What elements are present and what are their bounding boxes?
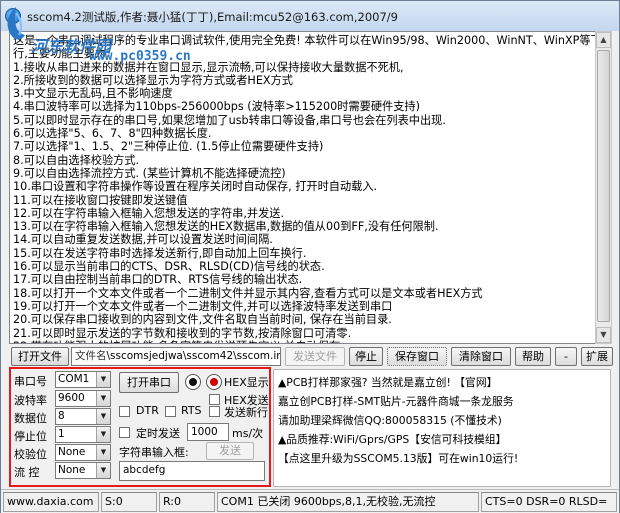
info-panel: ▲PCB打样那家强? 当然就是嘉立创! 【官网】 嘉立创PCB打样-SMT贴片-… — [273, 369, 611, 487]
databits-label: 数据位 — [14, 412, 47, 425]
receive-line: 6.可以选择"5、6、7、8"四种数据长度. — [13, 127, 212, 141]
flow-label: 流 控 — [14, 466, 40, 479]
port-select[interactable]: COM1 ▼ — [55, 371, 111, 388]
status-website[interactable]: www.daxia.com — [3, 492, 99, 512]
interval-unit: ms/次 — [232, 427, 264, 440]
receive-line: 18.可以打开一个文本文件或者一个二进制文件并显示其内容,查看方式可以是文本或者… — [13, 286, 483, 300]
receive-line: 3.中文显示无乱码,且不影响速度 — [13, 87, 173, 101]
receive-line: 10.串口设置和字符串操作等设置在程序关闭时自动保存, 打开时自动载入. — [13, 180, 378, 194]
receive-line: 9.可以自由选择流控方式. (某些计算机不能选择硬流控) — [13, 166, 286, 180]
parity-value: None — [58, 446, 86, 458]
receive-line: 13.可以在字符串输入框输入您想发送的HEX数据串,数据的值从00到FF,没有任… — [13, 220, 439, 234]
chevron-down-icon: ▼ — [96, 372, 110, 387]
receive-line: 4.串口波特率可以选择为110bps-256000bps (波特率>115200… — [13, 100, 420, 114]
scroll-thumb[interactable] — [597, 50, 610, 322]
file-label: 文件名 — [75, 350, 107, 362]
receive-line: 14.可以自动重复发送数据,并可以设置发送时间间隔. — [13, 233, 273, 247]
receive-line: 7.可以选择"1、1.5、2"三种停止位. (1.5停止位需要硬件支持) — [13, 140, 324, 154]
port-value: COM1 — [58, 373, 90, 385]
status-bar: www.daxia.com S:0 R:0 COM1 已关闭 9600bps,8… — [1, 489, 619, 513]
record-icon[interactable] — [206, 374, 222, 390]
main-window: sscom4.2测试版,作者:聂小猛(丁丁),Email:mcu52@163.c… — [0, 0, 620, 513]
chevron-down-icon: ▼ — [96, 463, 110, 478]
receive-line: 21.可以即时显示发送的字节数和接收到的字节数,按清除窗口可清零. — [13, 326, 352, 340]
info-line-5[interactable]: 【点这里升级为SSCOM5.13版】可在win10运行! — [278, 450, 518, 466]
receive-line: 20.可以保存串口接收到的内容到文件,文件名取自当前时间, 保存在当前目录. — [13, 313, 392, 327]
string-input-label: 字符串输入框: — [119, 446, 189, 459]
receive-line: 22.带有功能强大的扩展功能:多条字符串发送预先定义,并自动保存. — [13, 340, 601, 343]
rts-label: RTS — [181, 404, 202, 417]
info-line-2[interactable]: 嘉立创PCB打样-SMT贴片-元器件商城一条龙服务 — [278, 393, 514, 409]
send-newline-label: 发送新行 — [224, 406, 268, 419]
file-path-field[interactable]: 文件名\sscomsjedjwa\sscom42\sscom.ini — [71, 347, 281, 366]
timed-send-checkbox[interactable] — [119, 427, 130, 438]
interval-input[interactable]: 1000 — [187, 423, 229, 441]
receive-text: 这是一个串口调试程序的专业串口调试软件,使用完全免费! 本软件可以在Win95/… — [13, 34, 601, 343]
clear-window-button[interactable]: 清除窗口 — [451, 347, 511, 366]
chevron-down-icon: ▼ — [96, 427, 110, 442]
indicator-dot-icon — [189, 378, 197, 386]
port-label: 串口号 — [14, 375, 47, 388]
expand-button[interactable]: 扩展 — [581, 347, 613, 366]
receive-line: 11.可以在接收窗口按键即发送键值 — [13, 193, 188, 207]
status-port-info: COM1 已关闭 9600bps,8,1,无校验,无流控 — [217, 492, 479, 512]
save-window-button[interactable]: 保存窗口 — [387, 347, 447, 366]
send-text-input[interactable]: abcdefg — [119, 461, 265, 481]
flow-value: None — [58, 464, 86, 476]
chevron-down-icon: ▼ — [96, 445, 110, 460]
databits-select[interactable]: 8 ▼ — [55, 408, 111, 425]
dtr-checkbox[interactable] — [119, 406, 130, 417]
watermark-logo-icon — [7, 7, 25, 40]
info-line-4[interactable]: ▲品质推荐:WiFi/Gprs/GPS【安信可科技模组】 — [278, 431, 506, 447]
open-port-button[interactable]: 打开串口 — [119, 372, 179, 393]
info-line-1[interactable]: ▲PCB打样那家强? 当然就是嘉立创! 【官网】 — [278, 374, 497, 390]
chevron-down-icon: ▼ — [96, 409, 110, 424]
baud-select[interactable]: 9600 ▼ — [55, 390, 111, 407]
send-newline-checkbox[interactable] — [209, 406, 220, 417]
parity-label: 校验位 — [14, 448, 47, 461]
help-button[interactable]: 帮助 — [515, 347, 551, 366]
receive-line: 19.可以打开一个文本文件或者一个二进制文件,并可以选择波特率发送到串口 — [13, 299, 393, 313]
receive-line: 17.可以自由控制当前串口的DTR、RTS信号线的输出状态. — [13, 273, 303, 287]
record-dot-icon — [210, 378, 218, 386]
watermark-url: www.pc0359.cn — [89, 49, 191, 64]
open-file-button[interactable]: 打开文件 — [11, 347, 69, 366]
baud-value: 9600 — [58, 392, 85, 404]
stopbits-select[interactable]: 1 ▼ — [55, 426, 111, 443]
hex-display-label: HEX显示 — [224, 376, 269, 389]
baud-label: 波特率 — [14, 394, 47, 407]
stop-button[interactable]: 停止 — [349, 347, 383, 366]
receive-line: 15.可以在发送字符串时选择发送新行,即自动加上回车换行. — [13, 246, 307, 260]
window-title: sscom4.2测试版,作者:聂小猛(丁丁),Email:mcu52@163.c… — [27, 10, 398, 24]
receive-line: 2.所接收到的数据可以选择显示为字符方式或者HEX方式 — [13, 73, 293, 87]
status-sent-count: S:0 — [101, 492, 157, 512]
databits-value: 8 — [58, 410, 65, 422]
flow-select[interactable]: None ▼ — [55, 462, 111, 479]
scroll-up-arrow-icon[interactable]: ▲ — [596, 32, 611, 48]
parity-select[interactable]: None ▼ — [55, 444, 111, 461]
stopbits-label: 停止位 — [14, 430, 47, 443]
stopbits-value: 1 — [58, 428, 65, 440]
receive-text-area[interactable]: 这是一个串口调试程序的专业串口调试软件,使用完全免费! 本软件可以在Win95/… — [9, 31, 602, 344]
send-file-button[interactable]: 发送文件 — [285, 347, 345, 366]
receive-line: 16.可以显示当前串口的CTS、DSR、RLSD(CD)信号线的状态. — [13, 260, 325, 274]
hex-send-checkbox[interactable] — [209, 394, 220, 405]
status-received-count: R:0 — [159, 492, 215, 512]
title-bar: sscom4.2测试版,作者:聂小猛(丁丁),Email:mcu52@163.c… — [1, 1, 619, 31]
receive-scrollbar[interactable]: ▲ ▼ — [595, 31, 612, 344]
receive-line: 12.可以在字符串输入框输入您想发送的字符串,并发送. — [13, 206, 285, 220]
receive-line: 8.可以自由选择校验方式. — [13, 153, 140, 167]
minus-button[interactable]: - — [555, 347, 577, 366]
chevron-down-icon: ▼ — [96, 391, 110, 406]
scroll-down-arrow-icon[interactable]: ▼ — [596, 327, 611, 343]
port-status-indicator — [185, 374, 201, 390]
timed-send-label: 定时发送 — [136, 427, 180, 440]
file-path-value: \sscomsjedjwa\sscom42\sscom.ini — [106, 350, 281, 362]
rts-checkbox[interactable] — [165, 406, 176, 417]
info-line-3[interactable]: 请加助理梁辉微信QQ:800058315 (不懂技术) — [278, 412, 502, 428]
status-signals: CTS=0 DSR=0 RLSD= — [481, 492, 617, 512]
dtr-label: DTR — [136, 404, 159, 417]
send-button[interactable]: 发送 — [206, 442, 254, 460]
receive-line: 5.可以即时显示存在的串口号,如果您增加了usb转串口等设备,串口号也会在列表中… — [13, 113, 446, 127]
